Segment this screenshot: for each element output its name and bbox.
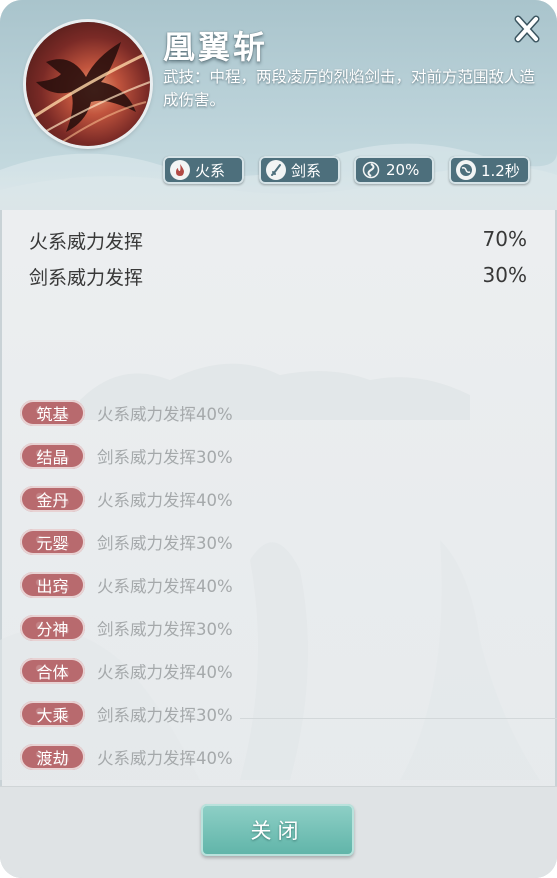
realm-badge: 元婴 <box>20 529 85 555</box>
tag-cooldown: 1.2秒 <box>449 156 530 184</box>
realm-badge: 筑基 <box>20 400 85 426</box>
divider <box>240 718 557 719</box>
realm-bonus-text: 剑系威力发挥30% <box>97 534 233 553</box>
tag-weapon: 剑系 <box>259 156 340 184</box>
realm-row: 合体 火系威力发挥40% <box>20 656 420 686</box>
tag-rate: 20% <box>354 156 434 184</box>
phoenix-skill-icon <box>26 22 150 146</box>
realm-row: 大乘 剑系威力发挥30% <box>20 699 420 729</box>
globe-icon <box>456 160 476 180</box>
stat-value: 70% <box>482 227 527 251</box>
realm-row: 元婴 剑系威力发挥30% <box>20 527 420 557</box>
realm-row: 金丹 火系威力发挥40% <box>20 484 420 514</box>
close-icon <box>514 15 540 43</box>
realm-bonus-text: 火系威力发挥40% <box>97 749 233 768</box>
realm-bonus-text: 剑系威力发挥30% <box>97 448 233 467</box>
tag-label: 剑系 <box>291 161 322 180</box>
realm-badge: 金丹 <box>20 486 85 512</box>
sword-icon <box>266 160 286 180</box>
tag-element: 火系 <box>163 156 244 184</box>
realm-badge: 分神 <box>20 615 85 641</box>
tag-label: 1.2秒 <box>481 161 520 180</box>
realm-bonus-text: 火系威力发挥40% <box>97 491 233 510</box>
realm-bonus-text: 火系威力发挥40% <box>97 577 233 596</box>
realm-badge: 合体 <box>20 658 85 684</box>
fire-icon <box>170 160 190 180</box>
stat-label: 火系威力发挥 <box>29 231 144 253</box>
realm-row: 渡劫 火系威力发挥40% <box>20 742 420 772</box>
close-button[interactable]: 关闭 <box>201 804 354 856</box>
tag-label: 20% <box>386 161 420 179</box>
realm-bonus-text: 剑系威力发挥30% <box>97 620 233 639</box>
stat-row-sword: 剑系威力发挥 30% <box>29 263 527 293</box>
skill-description: 武技：中程，两段凌厉的烈焰剑击，对前方范围敌人造成伤害。 <box>163 68 536 109</box>
stat-value: 30% <box>482 263 527 287</box>
realm-row: 筑基 火系威力发挥40% <box>20 398 420 428</box>
realm-row: 分神 剑系威力发挥30% <box>20 613 420 643</box>
swirl-icon <box>361 160 381 180</box>
close-x-button[interactable] <box>508 10 546 48</box>
skill-name: 凰翼斩 <box>163 28 269 66</box>
skill-tags: 火系 剑系 20% 1.2秒 <box>0 156 557 186</box>
realm-badge: 大乘 <box>20 701 85 727</box>
realm-bonus-text: 剑系威力发挥30% <box>97 706 233 725</box>
realm-bonus-text: 火系威力发挥40% <box>97 405 233 424</box>
realm-badge: 出窍 <box>20 572 85 598</box>
skill-detail-panel: 凰翼斩 武技：中程，两段凌厉的烈焰剑击，对前方范围敌人造成伤害。 火系 剑系 2… <box>0 0 557 878</box>
stat-row-fire: 火系威力发挥 70% <box>29 227 527 257</box>
stat-label: 剑系威力发挥 <box>29 267 144 289</box>
realm-badge: 结晶 <box>20 443 85 469</box>
realm-badge: 渡劫 <box>20 744 85 770</box>
realm-row: 出窍 火系威力发挥40% <box>20 570 420 600</box>
tag-label: 火系 <box>195 161 226 180</box>
realm-bonus-text: 火系威力发挥40% <box>97 663 233 682</box>
realm-row: 结晶 剑系威力发挥30% <box>20 441 420 471</box>
